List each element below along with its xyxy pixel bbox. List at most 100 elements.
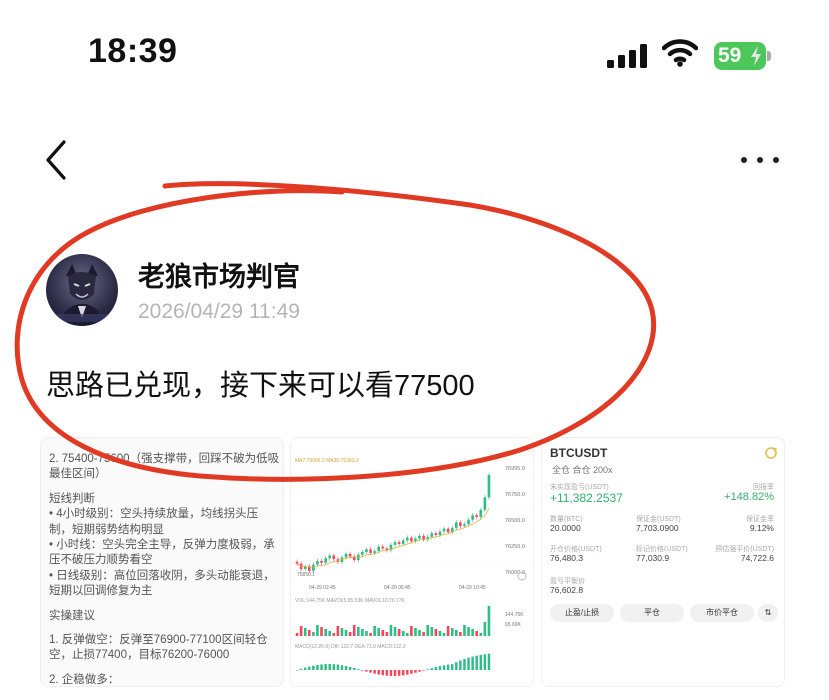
market-close-button[interactable]: 市价平仓 — [690, 604, 754, 622]
volume-bar — [397, 629, 401, 636]
volume-bar — [340, 628, 344, 636]
candle — [405, 537, 409, 541]
price-tick-label: 76250.0 — [505, 544, 525, 550]
status-bar: 18:39 59 — [0, 0, 829, 110]
battery-tip — [767, 51, 771, 61]
position-mode: 全仓 合仓 200x — [552, 465, 613, 475]
volume-bar — [348, 632, 352, 636]
candle — [483, 497, 487, 510]
macd-bar — [430, 668, 434, 670]
volume-bar — [459, 632, 462, 636]
volume-bar — [430, 627, 434, 636]
author-avatar[interactable] — [46, 254, 118, 326]
macd-bar — [381, 670, 385, 676]
candle — [487, 474, 491, 498]
detail-value: 20.0000 — [550, 523, 581, 533]
candle — [393, 542, 397, 545]
volume-bar — [450, 628, 454, 636]
analysis-line: 压不破压力顺势看空 — [49, 554, 153, 567]
candle — [479, 509, 483, 518]
candle — [410, 537, 413, 542]
analysis-line: 最佳区间） — [49, 468, 107, 481]
analysis-gap — [49, 664, 279, 673]
macd-bar — [336, 664, 340, 670]
volume-bar — [381, 630, 385, 636]
volume-bar — [377, 628, 381, 636]
candle — [316, 560, 319, 565]
tp-sl-button[interactable]: 止盈/止损 — [550, 604, 614, 622]
analysis-line: • 4小时级别：空头持续放量，均线拐头压 — [49, 508, 259, 521]
time-axis: 04-29 02:45 04-29 06:45 04-29 10:45 — [309, 585, 486, 591]
candle — [471, 515, 474, 520]
unrealized-pnl: +11,382.2537 — [550, 491, 623, 505]
candle — [295, 561, 299, 564]
macd-bar — [303, 667, 307, 670]
macd-bar — [455, 662, 458, 670]
volume-bar — [389, 625, 393, 636]
volume-bar — [361, 629, 364, 636]
macd-bar — [389, 670, 393, 676]
swap-button[interactable]: ⇅ — [758, 604, 778, 622]
analysis-text: 2. 75400-75600（强支撑带，回踩不破为低吸 最佳区间） 短线判断 • 4小… — [49, 452, 279, 686]
analysis-gap — [49, 600, 279, 609]
candle — [459, 522, 462, 527]
macd-bar — [369, 670, 372, 673]
volume-bar — [471, 629, 474, 636]
analysis-gap — [49, 483, 279, 492]
analysis-gap — [49, 624, 279, 633]
analysis-line: 制，短期弱势结构明显 — [49, 523, 164, 536]
macd-bar — [357, 669, 360, 670]
volume-bar — [414, 628, 417, 636]
macd-bar — [344, 665, 348, 670]
volume-tick-label: 65.69K — [505, 622, 522, 628]
author-name[interactable]: 老狼市场判官 — [138, 255, 300, 294]
analysis-line: 实操建议 — [49, 609, 95, 622]
close-position-button[interactable]: 平仓 — [620, 604, 684, 622]
macd-bar — [332, 664, 336, 670]
low-price-label: 75850.1 — [297, 572, 315, 578]
candle — [324, 558, 327, 563]
candle — [352, 556, 356, 561]
candle — [446, 528, 450, 533]
battery-indicator: 59 — [714, 42, 772, 70]
volume-bar — [418, 630, 421, 636]
macd-bar — [340, 665, 344, 670]
candle — [373, 551, 376, 553]
volume-bar — [426, 625, 430, 636]
macd-bar — [361, 670, 364, 671]
macd-bar — [324, 664, 327, 670]
volume-bar — [393, 627, 397, 636]
candle — [434, 533, 438, 535]
candle — [369, 549, 372, 553]
time-tick-label: 04-29 06:45 — [384, 585, 411, 591]
candle — [422, 535, 425, 540]
analysis-line: • 小时线：空头完全主导，反弹力度极弱，承 — [49, 539, 275, 552]
charging-bolt-icon — [751, 46, 761, 66]
volume-bar — [356, 627, 360, 636]
macd-bar — [483, 654, 487, 670]
volume-bar — [299, 626, 303, 636]
macd-bar — [373, 670, 376, 674]
macd-legend: MACD(12,26,9) DIF:122.7 DEA:73.0 MACD:11… — [295, 644, 406, 650]
back-button[interactable] — [38, 138, 78, 182]
position-symbol: BTCUSDT — [550, 446, 608, 460]
candlestick-chart: MA7:76606.2 MA30:75383.3 76995.0 76750.0 7… — [291, 438, 533, 686]
post-image-position[interactable]: BTCUSDT 全仓 合仓 200x 未实现盈亏(USDT) +11,382.2… — [541, 437, 785, 687]
macd-bar — [422, 670, 425, 671]
volume-bar — [422, 632, 425, 636]
candle — [320, 560, 323, 563]
post-image-analysis[interactable]: 2. 75400-75600（强支撑带，回踩不破为低吸 最佳区间） 短线判断 • 4小… — [40, 437, 284, 687]
more-options-button[interactable] — [738, 150, 782, 170]
candle — [401, 540, 405, 544]
detail-value: 74,722.6 — [740, 553, 774, 563]
volume-bar — [385, 632, 389, 636]
time-tick-label: 04-29 02:45 — [309, 585, 336, 591]
candle — [377, 546, 381, 552]
post-image-chart[interactable]: MA7:76606.2 MA30:75383.3 76995.0 76750.0 7… — [290, 437, 534, 687]
macd-bar — [385, 670, 389, 676]
volume-bar — [316, 625, 319, 636]
wifi-icon — [662, 39, 698, 67]
volume-bar — [307, 630, 311, 636]
ma-legend: MA7:76606.2 MA30:75383.3 — [295, 458, 359, 464]
analysis-line: • 日线级别：高位回落收阴，多头动能衰退， — [49, 569, 275, 582]
